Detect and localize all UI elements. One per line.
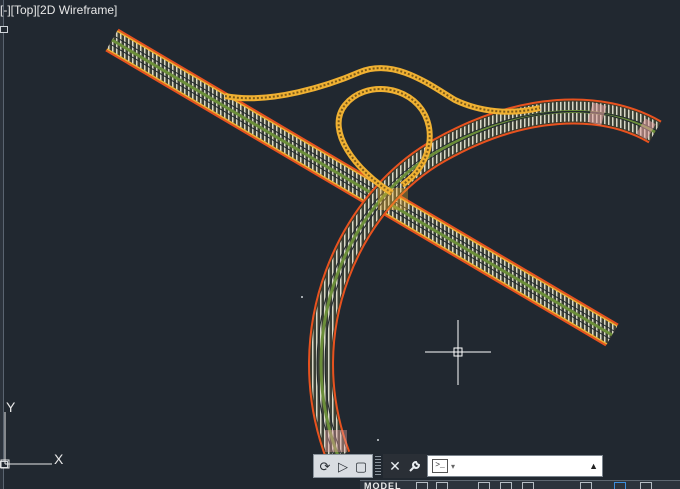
customization-icon[interactable] bbox=[640, 482, 652, 489]
recent-commands-dropdown-icon[interactable]: ▾ bbox=[451, 462, 455, 471]
stop-icon[interactable]: ▢ bbox=[352, 457, 370, 475]
curved-highway bbox=[308, 98, 662, 461]
crosshair-cursor bbox=[425, 320, 491, 385]
point-marker bbox=[301, 296, 303, 298]
play-icon[interactable]: ▷ bbox=[334, 457, 352, 475]
ortho-icon[interactable] bbox=[478, 482, 490, 489]
road-interchange-drawing bbox=[105, 28, 662, 461]
command-input[interactable]: >_ ▾ ▲ bbox=[427, 455, 603, 477]
command-line-bar: ⟳ ▷ ▢ ✕ >_ ▾ ▲ bbox=[313, 454, 603, 478]
wrench-icon[interactable] bbox=[406, 457, 424, 475]
command-line-tools: ⟳ ▷ ▢ bbox=[313, 454, 373, 478]
ucs-x-label: X bbox=[54, 451, 64, 467]
model-space-button[interactable]: MODEL bbox=[364, 481, 402, 489]
viewport-controls-label[interactable]: [-][Top][2D Wireframe] bbox=[0, 3, 117, 17]
grid-icon[interactable] bbox=[416, 482, 428, 489]
ucs-icon: Y X bbox=[0, 399, 64, 469]
workspace-icon[interactable] bbox=[614, 482, 626, 489]
intersection-area bbox=[378, 188, 408, 210]
point-marker bbox=[377, 439, 379, 441]
ucs-y-label: Y bbox=[6, 399, 16, 415]
close-command-line-button[interactable]: ✕ bbox=[386, 457, 404, 475]
command-line-actions: ✕ bbox=[383, 454, 427, 478]
command-line-grip-handle[interactable] bbox=[375, 456, 381, 476]
snap-icon[interactable] bbox=[436, 482, 448, 489]
polar-icon[interactable] bbox=[500, 482, 512, 489]
osnap-icon[interactable] bbox=[522, 482, 534, 489]
straight-highway bbox=[105, 28, 619, 347]
command-prompt-icon[interactable]: >_ bbox=[432, 459, 448, 473]
customize-icon[interactable]: ⟳ bbox=[316, 457, 334, 475]
status-bar: MODEL bbox=[360, 480, 680, 489]
command-history-button[interactable]: ▲ bbox=[589, 461, 598, 471]
annotation-scale-icon[interactable] bbox=[580, 482, 592, 489]
left-marker bbox=[0, 26, 8, 33]
drawing-viewport[interactable]: [-][Top][2D Wireframe] Y X ⟳ ▷ ▢ ✕ >_ ▾ … bbox=[0, 0, 680, 489]
